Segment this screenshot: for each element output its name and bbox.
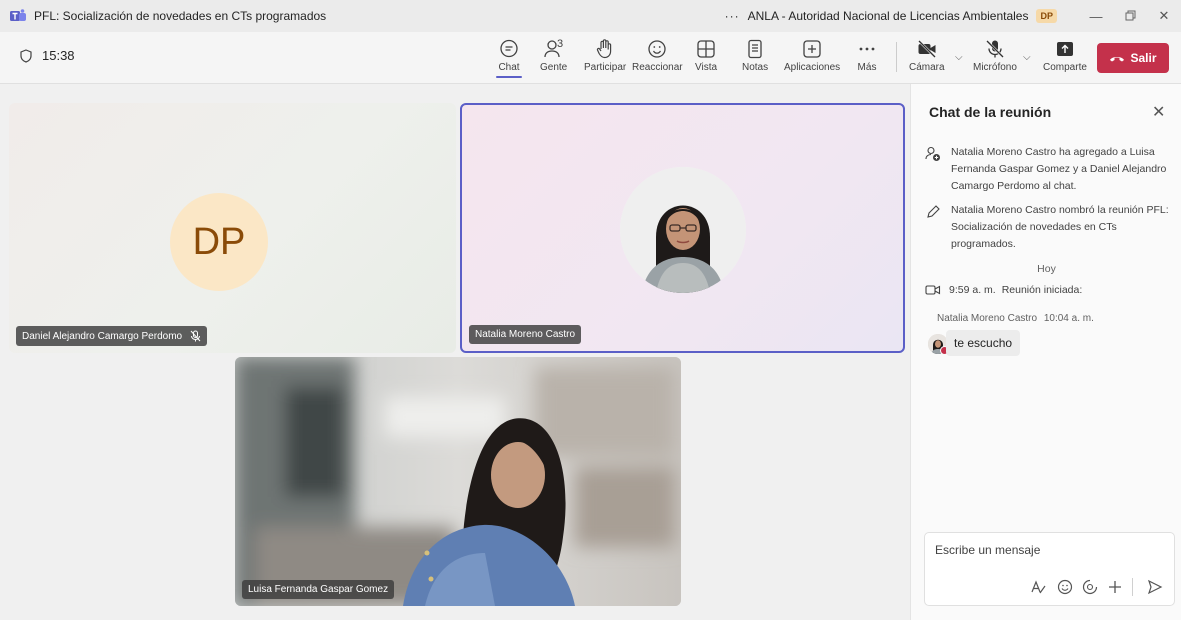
chat-event: Natalia Moreno Castro ha agregado a Luis… [925,144,1175,195]
avatar-initials: DP [170,193,268,291]
chat-event: Natalia Moreno Castro nombró la reunión … [925,202,1175,253]
teams-logo-icon [10,9,26,21]
toolbar-divider [896,42,897,72]
camera-options-chevron-icon[interactable]: ⌵ [955,52,963,63]
participant-tile-natalia[interactable]: Natalia Moreno Castro [460,103,905,353]
notes-icon [748,39,762,59]
chat-button[interactable]: Chat [496,38,522,78]
window-more-button[interactable]: ··· [725,9,740,23]
date-separator: Hoy [1037,263,1056,275]
participant-tile-luisa[interactable]: Luisa Fernanda Gaspar Gomez [235,357,681,606]
close-chat-icon[interactable]: ✕ [1152,102,1165,122]
title-bar: PFL: Socialización de novedades en CTs p… [0,0,1181,32]
minimize-icon[interactable]: — [1079,9,1113,24]
meeting-toolbar: 15:38 Chat 3 Gente Participar Reaccionar… [0,32,1181,84]
share-button[interactable]: Comparte [1043,38,1087,73]
more-dots-icon [859,47,875,51]
composer-divider [1132,578,1133,596]
grid-view-icon [697,40,715,58]
person-add-icon [925,146,940,161]
add-icon[interactable] [1106,578,1124,596]
format-text-icon[interactable] [1029,578,1047,596]
microphone-off-icon [986,40,1004,58]
smiley-icon [648,40,666,58]
organization-name: ANLA - Autoridad Nacional de Licencias A… [747,9,1029,23]
participant-video-feed [235,357,681,606]
emoji-icon[interactable] [1056,578,1074,596]
participant-name-label: Daniel Alejandro Camargo Perdomo [16,326,208,346]
window-title: PFL: Socialización de novedades en CTs p… [34,9,327,23]
camera-button[interactable]: Cámara [909,38,945,73]
sticker-icon[interactable] [1081,578,1099,596]
restore-icon[interactable] [1113,9,1147,24]
notes-button[interactable]: Notas [742,38,768,73]
chat-message[interactable]: te escucho [946,330,1021,356]
view-button[interactable]: Vista [695,38,717,73]
chat-icon [500,39,518,58]
shield-icon [20,48,32,63]
hand-icon [597,39,612,59]
send-icon[interactable] [1146,578,1164,596]
microphone-options-chevron-icon[interactable]: ⌵ [1023,52,1031,63]
camera-off-icon [917,40,936,58]
participant-photo [620,167,746,293]
participant-name-label: Luisa Fernanda Gaspar Gomez [242,580,395,599]
hang-up-icon [1110,57,1125,62]
microphone-button[interactable]: Micrófono [973,38,1017,73]
share-screen-icon [1056,42,1073,56]
meeting-chat-panel: Chat de la reunión ✕ Natalia Moreno Cast… [910,84,1181,620]
participant-name-label: Natalia Moreno Castro [469,325,582,344]
pencil-icon [927,205,940,218]
react-button[interactable]: Reaccionar [632,38,683,73]
muted-microphone-icon [190,330,201,342]
video-camera-icon [925,285,941,295]
user-badge[interactable]: DP [1036,9,1057,23]
timer-text: 15:38 [42,48,75,63]
more-button[interactable]: Más [856,38,878,73]
people-button[interactable]: 3 Gente [540,38,567,73]
close-window-icon[interactable]: ✕ [1147,8,1181,24]
chat-panel-title: Chat de la reunión [929,104,1052,120]
meeting-timer: 15:38 [20,48,75,63]
leave-button[interactable]: Salir [1097,43,1169,73]
message-input[interactable] [935,543,1155,557]
participant-tile-daniel[interactable]: DP Daniel Alejandro Camargo Perdomo [9,103,456,353]
raise-hand-button[interactable]: Participar [584,38,626,73]
add-app-icon [803,40,821,58]
people-count: 3 [557,38,564,50]
message-composer [924,532,1175,606]
message-header: Natalia Moreno Castro 10:04 a. m. [937,313,1094,324]
meeting-started-event: 9:59 a. m. Reunión iniciada: [925,284,1082,296]
apps-button[interactable]: Aplicaciones [784,38,840,73]
